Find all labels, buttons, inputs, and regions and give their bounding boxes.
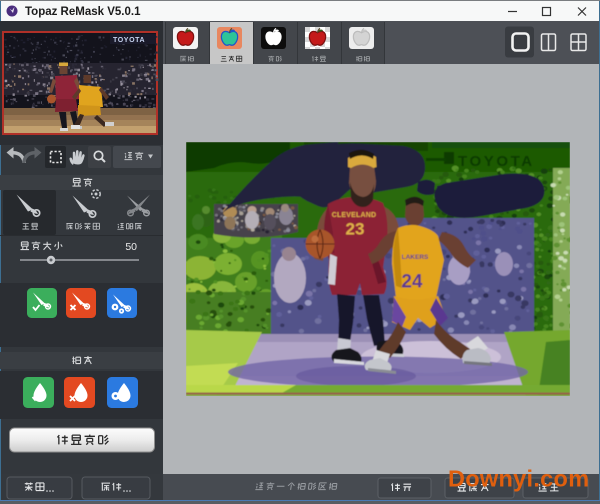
svg-text:LAKERS: LAKERS [402, 254, 429, 261]
svg-text:Topaz ReMask V5.0.1: Topaz ReMask V5.0.1 [25, 6, 141, 18]
svg-text:24: 24 [401, 272, 423, 293]
svg-text:50: 50 [125, 241, 137, 253]
svg-text:TOYOTA: TOYOTA [458, 153, 535, 170]
svg-text:Downyi.com: Downyi.com [448, 466, 589, 492]
svg-text:23: 23 [346, 220, 365, 239]
svg-text:CLEVELAND: CLEVELAND [332, 212, 377, 219]
svg-text:TOYOTA: TOYOTA [113, 37, 145, 44]
